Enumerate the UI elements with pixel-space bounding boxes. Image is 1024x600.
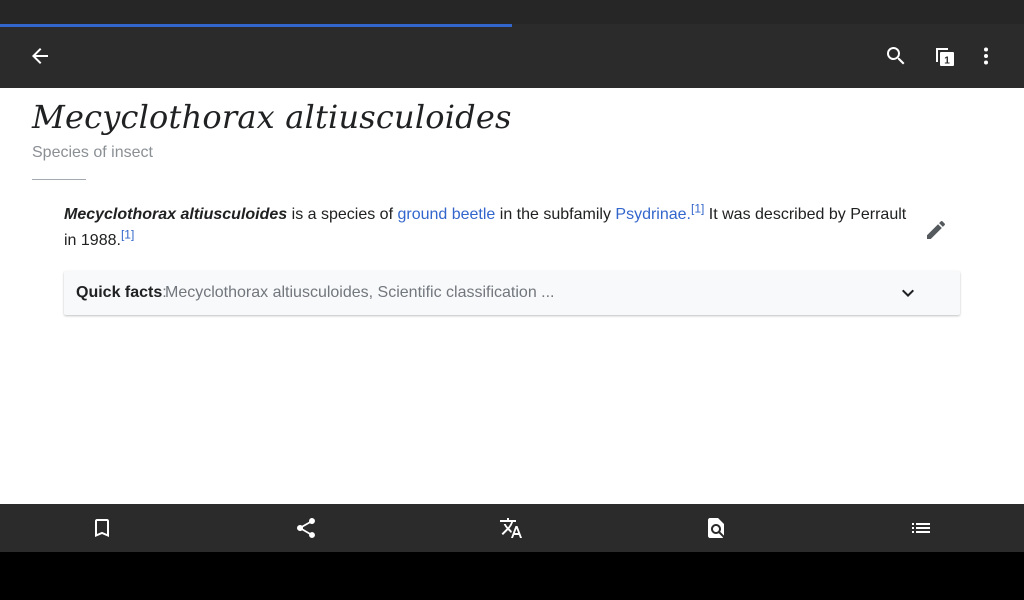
progress-fill [0, 24, 512, 27]
search-button[interactable] [876, 36, 916, 76]
reference-link[interactable]: [1] [691, 202, 704, 216]
find-in-page-icon [708, 518, 724, 538]
lead-bold-term: Mecyclothorax altiusculoides [64, 206, 288, 223]
lead-text: is a species of [287, 206, 398, 223]
share-icon [297, 518, 315, 538]
quick-facts-label: Quick facts: [76, 284, 167, 301]
overflow-menu-button[interactable] [966, 36, 1006, 76]
tabs-button[interactable]: 1 [924, 36, 964, 76]
edit-section-button[interactable] [918, 212, 954, 248]
pencil-icon [927, 220, 946, 239]
tabs-icon: 1 [936, 48, 954, 67]
bottom-action-bar [0, 504, 1024, 552]
search-icon [887, 47, 905, 65]
share-button[interactable] [294, 516, 318, 540]
translate-icon [500, 518, 522, 538]
tab-count: 1 [944, 56, 950, 67]
lead-text: in the subfamily [495, 206, 616, 223]
back-button[interactable] [20, 36, 60, 76]
contents-button[interactable] [909, 516, 933, 540]
save-button[interactable] [90, 516, 114, 540]
bookmark-icon [95, 519, 109, 537]
title-divider [32, 179, 86, 180]
list-icon [912, 523, 930, 533]
lead-paragraph: Mecyclothorax altiusculoides is a specie… [64, 202, 914, 254]
language-button[interactable] [499, 516, 523, 540]
quick-facts-summary: Mecyclothorax altiusculoides, Scientific… [165, 284, 555, 301]
link-psydrinae[interactable]: Psydrinae [615, 206, 686, 223]
link-ground-beetle[interactable]: ground beetle [397, 206, 495, 223]
quick-facts-card[interactable]: Quick facts: Mecyclothorax altiusculoide… [64, 271, 960, 315]
reference-link[interactable]: [1] [121, 228, 134, 242]
top-toolbar: 1 [0, 24, 1024, 88]
more-vert-icon [984, 47, 988, 65]
page-load-progress [0, 24, 1024, 27]
article-title: Mecyclothorax altiusculoides [32, 98, 512, 136]
article-content: Mecyclothorax altiusculoides Species of … [0, 88, 1024, 504]
chevron-down-icon [902, 289, 914, 297]
find-in-page-button[interactable] [704, 516, 728, 540]
system-navigation-area [0, 552, 1024, 600]
arrow-back-icon [32, 48, 48, 64]
article-description: Species of insect [32, 144, 153, 161]
status-bar [0, 0, 1024, 24]
